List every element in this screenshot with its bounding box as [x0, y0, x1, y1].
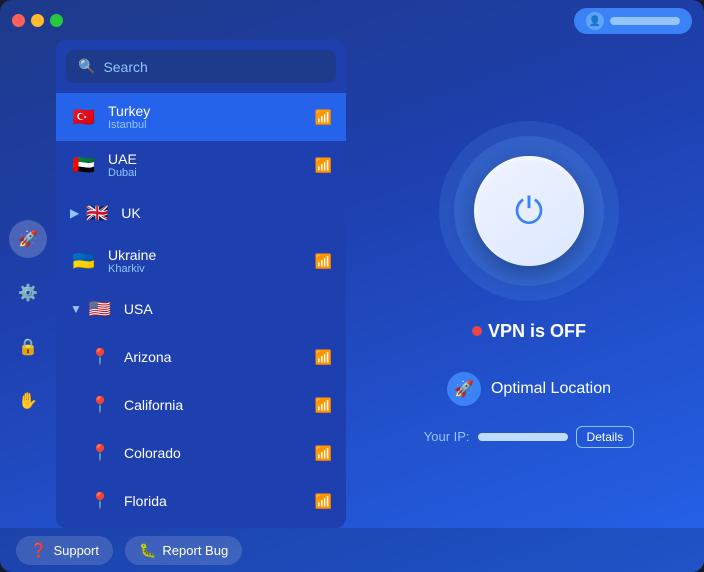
title-bar: 👤 — [0, 0, 704, 40]
signal-arizona: 📶 — [315, 349, 332, 366]
server-name-usa: USA — [124, 301, 332, 317]
signal-colorado: 📶 — [315, 445, 332, 462]
user-name-blurred — [610, 17, 680, 25]
server-name-uae: UAE — [108, 151, 315, 167]
server-name-uk: UK — [121, 205, 332, 221]
optimal-location-label: Optimal Location — [491, 380, 611, 398]
server-list: 🇹🇷 Turkey Istanbul 📶 🇦🇪 UAE Dubai 📶 — [56, 93, 346, 528]
server-city-turkey: Istanbul — [108, 119, 315, 131]
server-info-usa: USA — [124, 301, 332, 317]
maximize-button[interactable] — [50, 14, 63, 27]
user-badge[interactable]: 👤 — [574, 8, 692, 34]
server-name-turkey: Turkey — [108, 103, 315, 119]
server-name-arizona: Arizona — [124, 349, 315, 365]
flag-uae: 🇦🇪 — [70, 151, 98, 179]
app-window: 👤 🚀 ⚙️ 🔒 ✋ 🔍 🇹🇷 — [0, 0, 704, 572]
server-info-uk: UK — [121, 205, 332, 221]
server-item-california[interactable]: 📍 California 📶 — [56, 381, 346, 429]
search-input[interactable] — [103, 59, 324, 75]
server-name-florida: Florida — [124, 493, 315, 509]
server-info-ukraine: Ukraine Kharkiv — [108, 247, 315, 275]
report-bug-button[interactable]: 🐛 Report Bug — [125, 536, 242, 565]
optimal-location[interactable]: 🚀 Optimal Location — [447, 372, 611, 406]
server-info-uae: UAE Dubai — [108, 151, 315, 179]
optimal-icon: 🚀 — [447, 372, 481, 406]
status-dot — [472, 326, 482, 336]
server-name-colorado: Colorado — [124, 445, 315, 461]
signal-california: 📶 — [315, 397, 332, 414]
server-name-ukraine: Ukraine — [108, 247, 315, 263]
power-symbol-icon: ⏻ — [515, 193, 543, 229]
main-content: 🚀 ⚙️ 🔒 ✋ 🔍 🇹🇷 Turkey Istanbul — [0, 40, 704, 528]
support-label: Support — [53, 543, 99, 558]
power-button[interactable]: ⏻ — [474, 156, 584, 266]
sidebar-icon-lock[interactable]: 🔒 — [9, 328, 47, 366]
server-city-ukraine: Kharkiv — [108, 263, 315, 275]
search-icon: 🔍 — [78, 58, 95, 75]
server-item-uk[interactable]: ▶ 🇬🇧 UK — [56, 189, 346, 237]
support-button[interactable]: ❓ Support — [16, 536, 113, 565]
server-item-ukraine[interactable]: 🇺🇦 Ukraine Kharkiv 📶 — [56, 237, 346, 285]
server-item-uae[interactable]: 🇦🇪 UAE Dubai 📶 — [56, 141, 346, 189]
expand-arrow-usa: ▼ — [70, 302, 82, 316]
user-icon: 👤 — [586, 12, 604, 30]
sidebar-icons: 🚀 ⚙️ 🔒 ✋ — [0, 40, 56, 528]
server-panel: 🔍 🇹🇷 Turkey Istanbul 📶 🇦🇪 — [56, 40, 346, 528]
sidebar-icon-settings[interactable]: ⚙️ — [9, 274, 47, 312]
server-item-georgia[interactable]: 📍 Georgia 📶 — [56, 525, 346, 528]
server-info-arizona: Arizona — [124, 349, 315, 365]
vpn-status-label: VPN is OFF — [488, 321, 586, 342]
server-info-colorado: Colorado — [124, 445, 315, 461]
pin-california: 📍 — [86, 391, 114, 419]
pin-arizona: 📍 — [86, 343, 114, 371]
server-item-colorado[interactable]: 📍 Colorado 📶 — [56, 429, 346, 477]
signal-florida: 📶 — [315, 493, 332, 510]
expand-arrow-uk: ▶ — [70, 206, 79, 220]
server-name-california: California — [124, 397, 315, 413]
signal-uae: 📶 — [315, 157, 332, 174]
signal-ukraine: 📶 — [315, 253, 332, 270]
pin-florida: 📍 — [86, 487, 114, 515]
server-item-arizona[interactable]: 📍 Arizona 📶 — [56, 333, 346, 381]
bottom-bar: ❓ Support 🐛 Report Bug — [0, 528, 704, 572]
ip-value-blurred — [478, 433, 568, 441]
server-item-usa[interactable]: ▼ 🇺🇸 USA — [56, 285, 346, 333]
sidebar-icon-rocket[interactable]: 🚀 — [9, 220, 47, 258]
power-button-container: ⏻ — [439, 121, 619, 301]
server-city-uae: Dubai — [108, 167, 315, 179]
flag-ukraine: 🇺🇦 — [70, 247, 98, 275]
traffic-lights — [12, 14, 63, 27]
server-info-turkey: Turkey Istanbul — [108, 103, 315, 131]
close-button[interactable] — [12, 14, 25, 27]
vpn-status: VPN is OFF — [472, 321, 586, 342]
minimize-button[interactable] — [31, 14, 44, 27]
search-bar[interactable]: 🔍 — [66, 50, 336, 83]
flag-usa: 🇺🇸 — [86, 295, 114, 323]
flag-turkey: 🇹🇷 — [70, 103, 98, 131]
flag-uk: 🇬🇧 — [83, 199, 111, 227]
ip-label: Your IP: — [424, 429, 470, 444]
report-bug-label: Report Bug — [162, 543, 228, 558]
server-info-florida: Florida — [124, 493, 315, 509]
bug-icon: 🐛 — [139, 542, 156, 559]
server-item-florida[interactable]: 📍 Florida 📶 — [56, 477, 346, 525]
signal-turkey: 📶 — [315, 109, 332, 126]
pin-colorado: 📍 — [86, 439, 114, 467]
details-button[interactable]: Details — [576, 426, 635, 448]
sidebar-icon-hand[interactable]: ✋ — [9, 382, 47, 420]
server-item-turkey[interactable]: 🇹🇷 Turkey Istanbul 📶 — [56, 93, 346, 141]
right-panel: ⏻ VPN is OFF 🚀 Optimal Location Your IP:… — [354, 40, 704, 528]
ip-row: Your IP: Details — [424, 426, 634, 448]
support-icon: ❓ — [30, 542, 47, 559]
server-info-california: California — [124, 397, 315, 413]
